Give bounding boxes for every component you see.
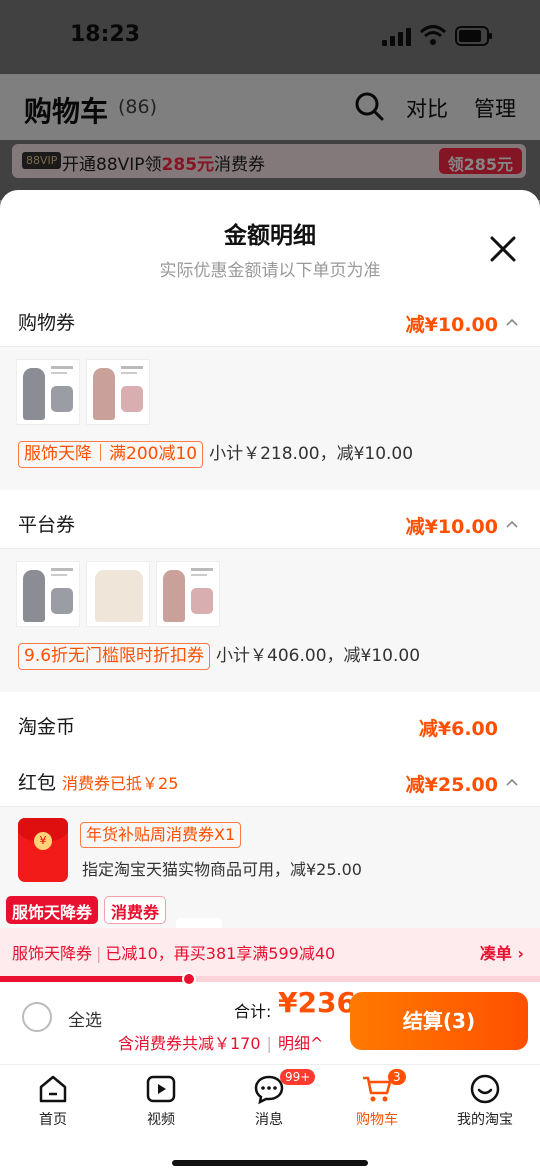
discount-summary: 含消费券共减￥170 | 明细^ xyxy=(118,1034,324,1053)
sheet-title: 金额明细 xyxy=(224,223,316,249)
checkout-button[interactable]: 结算(3) xyxy=(350,992,528,1050)
product-thumbnail[interactable] xyxy=(16,561,80,627)
promo-tag: 服饰天降｜满200减10 xyxy=(18,441,204,468)
promo-progress-fill xyxy=(0,976,189,982)
promo-tag: 9.6折无门槛限时折扣券 xyxy=(18,643,211,670)
home-indicator xyxy=(172,1160,368,1166)
amount-detail-sheet: 金额明细 实际优惠金额请以下单页为准 购物券 减¥10.00 服饰天降｜满200… xyxy=(0,190,540,1170)
section-platform-coupon[interactable]: 平台券 减¥10.00 xyxy=(0,496,540,548)
select-all-label[interactable]: 全选 xyxy=(68,1006,102,1031)
tab-label: 购物车 xyxy=(356,1112,398,1128)
product-thumbnail[interactable] xyxy=(156,561,220,627)
profile-icon xyxy=(470,1074,500,1104)
product-thumbnail[interactable] xyxy=(86,359,150,425)
red-packet-tag: 年货补贴周消费券X1 xyxy=(80,822,242,848)
sheet-subtitle: 实际优惠金额请以下单页为准 xyxy=(159,261,381,281)
chevron-up-icon[interactable] xyxy=(506,778,518,786)
close-icon[interactable] xyxy=(488,234,518,264)
tab-label: 我的淘宝 xyxy=(457,1112,513,1128)
product-thumbnail[interactable] xyxy=(86,561,150,627)
tab-messages[interactable]: 消息 99+ xyxy=(224,1069,316,1129)
promo-row: 9.6折无门槛限时折扣券 小计￥406.00，减¥10.00 xyxy=(18,641,420,670)
section-discount: 减¥25.00 xyxy=(405,774,498,796)
section-label: 淘金币 xyxy=(18,716,76,738)
section-platform-coupon-body: 9.6折无门槛限时折扣券 小计￥406.00，减¥10.00 xyxy=(0,548,540,692)
tab-home[interactable]: 首页 xyxy=(8,1073,98,1129)
tab-video[interactable]: 视频 xyxy=(116,1073,206,1129)
cart-badge: 3 xyxy=(388,1069,406,1085)
section-discount: 减¥10.00 xyxy=(405,516,498,538)
chevron-up-icon[interactable] xyxy=(506,318,518,326)
promo-progress-track xyxy=(0,972,540,986)
home-icon xyxy=(39,1075,67,1103)
section-label: 红包 消费券已抵￥25 xyxy=(18,772,179,794)
promo-subtotal: 小计￥218.00，减¥10.00 xyxy=(209,444,414,464)
checkout-bar: 全选 合计: ¥236 含消费券共减￥170 | 明细^ 结算(3) xyxy=(0,984,540,1068)
video-icon xyxy=(146,1075,176,1103)
section-discount: 减¥6.00 xyxy=(418,718,498,740)
promo-row: 服饰天降｜满200减10 小计￥218.00，减¥10.00 xyxy=(18,439,413,468)
product-thumbnails xyxy=(16,561,226,627)
promo-subtotal: 小计￥406.00，减¥10.00 xyxy=(216,646,421,666)
coupon-tag-secondary: 消费券 xyxy=(104,896,167,924)
section-taobao-coins: 淘金币 减¥6.00 xyxy=(0,698,540,750)
total-label: 合计: xyxy=(234,1002,272,1021)
tab-bar: 首页 视频 消息 99+ 购物车 3 我的淘宝 xyxy=(0,1064,540,1170)
section-discount: 减¥10.00 xyxy=(405,314,498,336)
total-value: ¥236 xyxy=(278,986,356,1019)
chevron-up-icon[interactable] xyxy=(506,520,518,528)
section-label: 购物券 xyxy=(18,312,76,334)
tab-my-taobao[interactable]: 我的淘宝 xyxy=(440,1073,530,1129)
modal-overlay[interactable] xyxy=(0,0,540,200)
section-label: 平台券 xyxy=(18,514,76,536)
red-packet-description: 指定淘宝天猫实物商品可用，减¥25.00 xyxy=(82,860,362,879)
section-shopping-coupon-body: 服饰天降｜满200减10 小计￥218.00，减¥10.00 xyxy=(0,346,540,490)
tab-label: 视频 xyxy=(147,1112,175,1128)
section-red-packet[interactable]: 红包 消费券已抵￥25 减¥25.00 xyxy=(0,754,540,806)
detail-link[interactable]: 明细^ xyxy=(278,1034,323,1053)
section-note: 消费券已抵￥25 xyxy=(62,774,179,793)
tab-cart[interactable]: 购物车 3 xyxy=(332,1069,422,1129)
add-items-link[interactable]: 凑单 › xyxy=(480,940,524,964)
tab-label: 首页 xyxy=(39,1112,67,1128)
section-shopping-coupon[interactable]: 购物券 减¥10.00 xyxy=(0,294,540,346)
product-thumbnail[interactable] xyxy=(16,359,80,425)
product-thumbnails xyxy=(16,359,156,425)
promo-progress-bar: 服饰天降券 | 已减10，再买381享满599减40 凑单 › xyxy=(0,928,540,980)
float-tags: 服饰天降券 消费券 xyxy=(6,896,167,924)
select-all-checkbox[interactable] xyxy=(22,1002,52,1032)
message-badge: 99+ xyxy=(280,1069,316,1085)
tab-label: 消息 xyxy=(255,1112,283,1128)
coupon-tag-primary: 服饰天降券 xyxy=(6,896,99,924)
red-envelope-icon: ¥ xyxy=(18,818,68,882)
promo-progress-text: 服饰天降券 | 已减10，再买381享满599减40 xyxy=(12,944,336,963)
